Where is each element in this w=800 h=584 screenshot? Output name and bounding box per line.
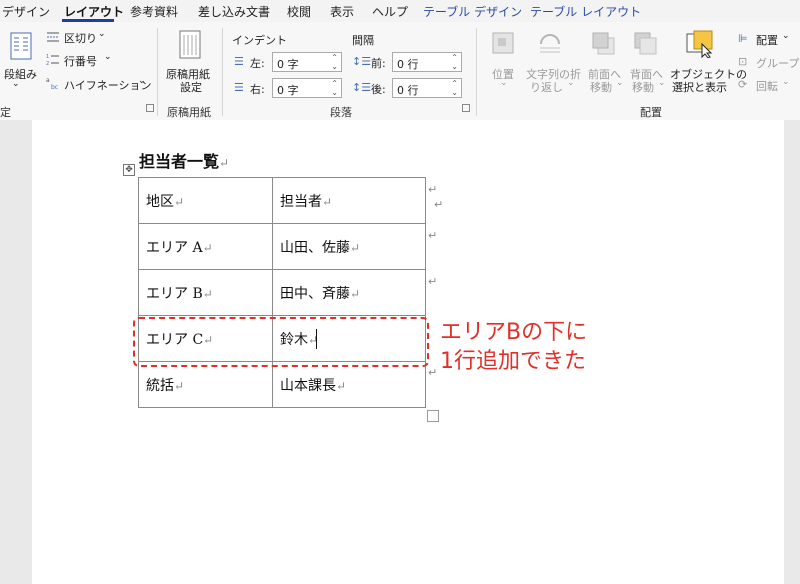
tab-view[interactable]: 表示 [330, 3, 354, 20]
indent-header: インデント [232, 34, 287, 47]
chevron-down-icon: ⌄ [98, 29, 106, 39]
indent-right-icon: ☰ [234, 81, 244, 94]
indent-right-input[interactable]: 0 字 ⌃ ⌄ [272, 78, 342, 98]
send-backward-button-line2: 移動 [632, 81, 654, 94]
indent-left-input[interactable]: 0 字 ⌃ ⌄ [272, 52, 342, 72]
svg-text:2: 2 [46, 61, 49, 66]
spacing-before-input[interactable]: 0 行 ⌃ ⌄ [392, 52, 462, 72]
row-end-mark: ↵ [428, 275, 438, 288]
row-end-mark: ↵ [428, 183, 438, 196]
table-cell[interactable]: 田中、斉藤↵ [272, 269, 426, 316]
spacing-after-icon: ↕☰ [352, 81, 372, 94]
arrange-group-label: 配置 [640, 106, 662, 119]
table-cell[interactable]: 担当者↵ [272, 177, 426, 224]
document-title[interactable]: 担当者一覧↵ [139, 148, 229, 172]
table-cell[interactable]: 地区↵ [138, 177, 273, 224]
page-setup-group-label: 定 [0, 106, 11, 119]
row-end-mark: ↵ [428, 229, 438, 242]
table-row: 地区↵ 担当者↵ [138, 177, 426, 224]
table-cell[interactable]: 山田、佐藤↵ [272, 223, 426, 270]
position-icon [492, 32, 514, 54]
table-row: エリア A↵ 山田、佐藤↵ [138, 223, 426, 270]
highlight-box [133, 317, 429, 367]
chevron-down-icon: ⌄ [658, 78, 666, 88]
bring-forward-icon [592, 32, 615, 55]
group-objects-icon: ⊡ [738, 55, 748, 68]
rotate-button[interactable]: 回転 [756, 78, 778, 94]
row-end-mark: ↵ [428, 366, 438, 379]
send-backward-icon [634, 32, 657, 55]
chevron-down-icon: ⌄ [138, 76, 146, 86]
align-icon: ⊫ [738, 32, 748, 45]
chevron-down-icon: ⌄ [616, 78, 624, 88]
tab-layout[interactable]: レイアウト [64, 3, 124, 20]
svg-text:a: a [46, 77, 50, 84]
spacing-after-label: 後: [371, 83, 386, 96]
group-separator [476, 28, 477, 116]
line-numbers-icon: 12 [46, 54, 59, 66]
line-numbers-button[interactable]: 行番号 [64, 53, 97, 69]
align-button[interactable]: 配置 [756, 32, 778, 48]
selection-pane-icon [686, 30, 713, 58]
tab-references[interactable]: 参考資料 [130, 3, 178, 20]
wrap-text-icon [540, 34, 560, 53]
paragraph-launcher[interactable] [462, 104, 470, 112]
page-setup-launcher[interactable] [146, 104, 154, 112]
manuscript-settings-button-line2: 設定 [180, 81, 202, 94]
svg-text:1: 1 [46, 54, 49, 60]
chevron-down-icon: ⌄ [567, 78, 575, 88]
group-objects-button[interactable]: グループ化 [756, 55, 800, 71]
table-move-handle[interactable]: ✥ [123, 164, 135, 176]
table-cell[interactable]: エリア B↵ [138, 269, 273, 316]
chevron-down-icon: ⌄ [500, 78, 508, 88]
selection-pane-button-line2: 選択と表示 [672, 81, 727, 94]
wrap-text-button-line2: り返し [530, 81, 563, 94]
group-separator [222, 28, 223, 116]
table-cell[interactable]: 山本課長↵ [272, 361, 426, 408]
table-cell[interactable]: エリア A↵ [138, 223, 273, 270]
tab-help[interactable]: ヘルプ [372, 3, 408, 20]
columns-button[interactable]: 段組み [4, 66, 37, 82]
table-cell[interactable]: 統括↵ [138, 361, 273, 408]
spacing-after-input[interactable]: 0 行 ⌃ ⌄ [392, 78, 462, 98]
ribbon-tab-bar: デザイン レイアウト 参考資料 差し込み文書 校閲 表示 ヘルプ テーブル デザ… [0, 0, 800, 22]
chevron-down-icon: ⌄ [782, 77, 790, 87]
table-row: エリア B↵ 田中、斉藤↵ [138, 269, 426, 316]
tab-mailings[interactable]: 差し込み文書 [198, 3, 270, 20]
spacing-header: 間隔 [352, 34, 374, 47]
ribbon: 段組み ⌄ 区切り ⌄ 12 行番号 ⌄ a bc ハイフネーション ⌄ 定 原稿… [0, 22, 800, 121]
tab-table-layout[interactable]: テーブル レイアウト [530, 3, 641, 20]
indent-left-icon: ☰ [234, 55, 244, 68]
assignment-table: 地区↵ 担当者↵ エリア A↵ 山田、佐藤↵ エリア B↵ 田中、斉藤↵ エリア… [138, 177, 426, 408]
tab-design[interactable]: デザイン [2, 3, 50, 20]
paragraph-mark: ↵ [219, 156, 230, 170]
manuscript-paper-icon [179, 30, 201, 59]
columns-icon [10, 32, 32, 60]
spacing-before-label: 前: [371, 57, 386, 70]
table-resize-handle[interactable] [427, 410, 439, 422]
group-separator [157, 28, 158, 116]
row-end-mark: ↵ [434, 198, 444, 211]
paragraph-group-label: 段落 [330, 106, 352, 119]
breaks-button[interactable]: 区切り [64, 30, 97, 46]
annotation-line2: 1行追加できた [440, 349, 586, 374]
chevron-down-icon: ⌄ [12, 79, 20, 89]
manuscript-group-label: 原稿用紙 [167, 106, 211, 119]
chevron-down-icon: ⌄ [104, 52, 112, 62]
tab-review[interactable]: 校閲 [287, 3, 311, 20]
hyphenation-icon: abc [46, 77, 58, 90]
indent-left-label: 左: [250, 57, 265, 70]
annotation-line1: エリアBの下に [440, 320, 588, 345]
chevron-down-icon: ⌄ [782, 31, 790, 41]
table-row: 統括↵ 山本課長↵ [138, 361, 426, 408]
indent-right-label: 右: [250, 83, 265, 96]
bring-forward-button-line2: 移動 [590, 81, 612, 94]
breaks-icon [47, 32, 59, 42]
tab-table-design[interactable]: テーブル デザイン [423, 3, 522, 20]
rotate-icon: ⟳ [738, 78, 748, 91]
svg-text:bc: bc [51, 84, 58, 90]
spacing-before-icon: ↕☰ [352, 55, 372, 68]
